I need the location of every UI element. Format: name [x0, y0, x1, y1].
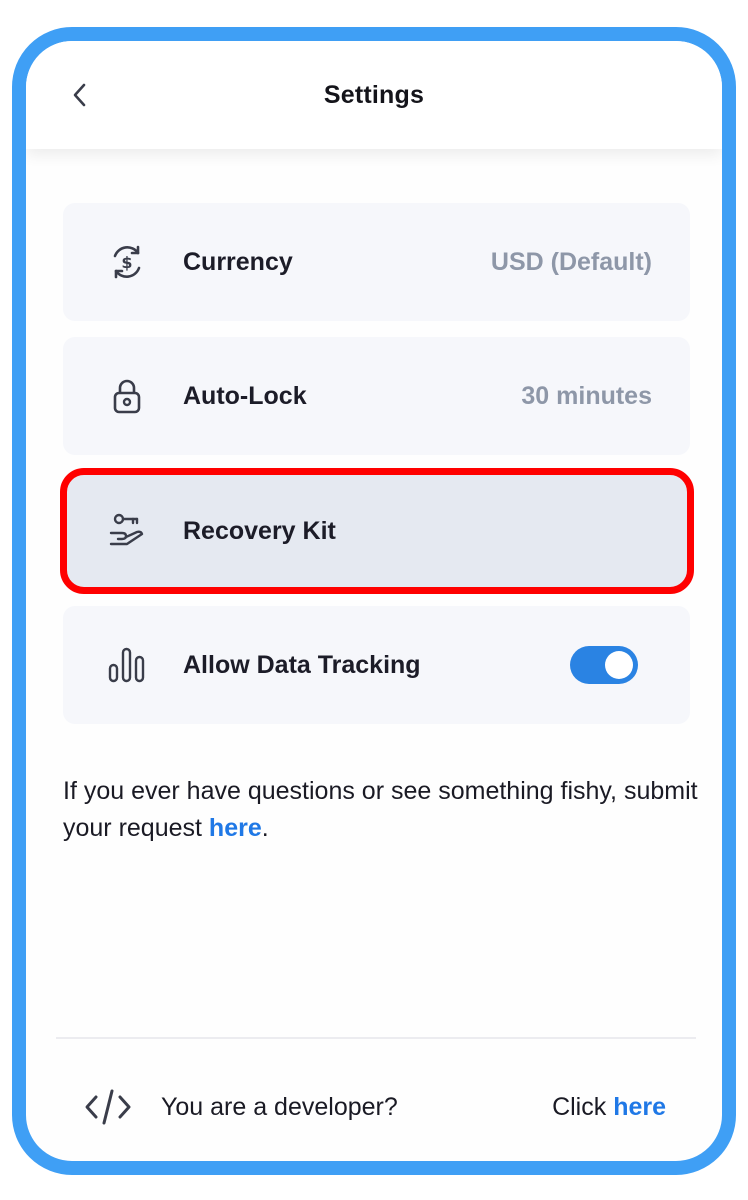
- settings-row-auto-lock[interactable]: Auto-Lock 30 minutes: [63, 337, 690, 455]
- currency-label: Currency: [183, 247, 293, 276]
- help-text: If you ever have questions or see someth…: [63, 773, 703, 847]
- chevron-left-icon: [73, 83, 86, 107]
- recovery-kit-label: Recovery Kit: [183, 516, 336, 545]
- help-text-body: If you ever have questions or see someth…: [63, 777, 698, 842]
- code-icon: [85, 1089, 131, 1125]
- page-title: Settings: [323, 80, 425, 109]
- lock-icon: [113, 379, 141, 414]
- help-text-end: .: [261, 814, 269, 842]
- currency-exchange-icon: $: [113, 245, 141, 279]
- top-bar: Settings: [26, 41, 722, 149]
- bar-chart-icon: [108, 647, 145, 683]
- settings-row-data-tracking[interactable]: Allow Data Tracking: [63, 606, 690, 724]
- developer-question: You are a developer?: [161, 1093, 398, 1121]
- click-label: Click: [552, 1093, 614, 1121]
- settings-row-currency[interactable]: $ Currency USD (Default): [63, 203, 690, 321]
- key-in-hand-icon: [109, 513, 144, 546]
- auto-lock-label: Auto-Lock: [183, 381, 307, 410]
- help-request-link[interactable]: here: [209, 814, 262, 842]
- svg-text:$: $: [121, 253, 132, 272]
- developer-footer: You are a developer? Click here: [26, 1081, 722, 1137]
- developer-click: Click here: [552, 1093, 666, 1122]
- back-button[interactable]: [62, 77, 98, 113]
- auto-lock-value: 30 minutes: [521, 381, 652, 410]
- currency-value: USD (Default): [490, 247, 652, 276]
- developer-link[interactable]: here: [613, 1093, 666, 1121]
- data-tracking-toggle[interactable]: [570, 646, 638, 684]
- data-tracking-label: Allow Data Tracking: [183, 650, 421, 679]
- phone-frame: Settings $ Currency USD (Default) Auto-L…: [12, 27, 736, 1175]
- footer-divider: [56, 1037, 696, 1039]
- toggle-knob: [605, 651, 633, 679]
- settings-row-recovery-kit[interactable]: Recovery Kit: [63, 472, 690, 590]
